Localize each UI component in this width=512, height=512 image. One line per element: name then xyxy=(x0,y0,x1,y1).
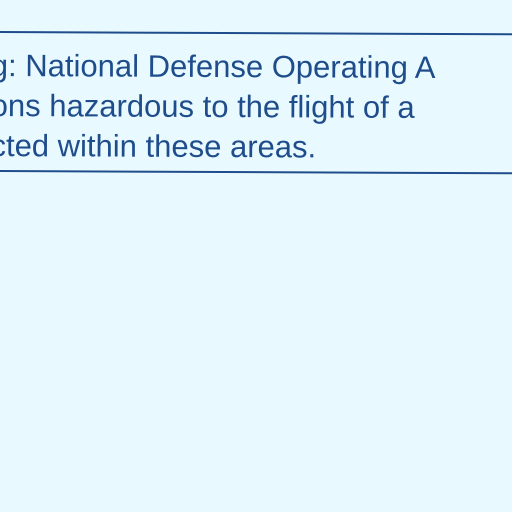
airspace-warning-notice: g: National Defense Operating A ons haza… xyxy=(0,31,512,175)
notice-line-1: g: National Defense Operating A xyxy=(0,48,436,85)
notice-line-3: cted within these areas. xyxy=(0,128,317,165)
notice-line-2: ons hazardous to the flight of a xyxy=(0,88,415,125)
map-canvas: g: National Defense Operating A ons haza… xyxy=(0,0,512,512)
